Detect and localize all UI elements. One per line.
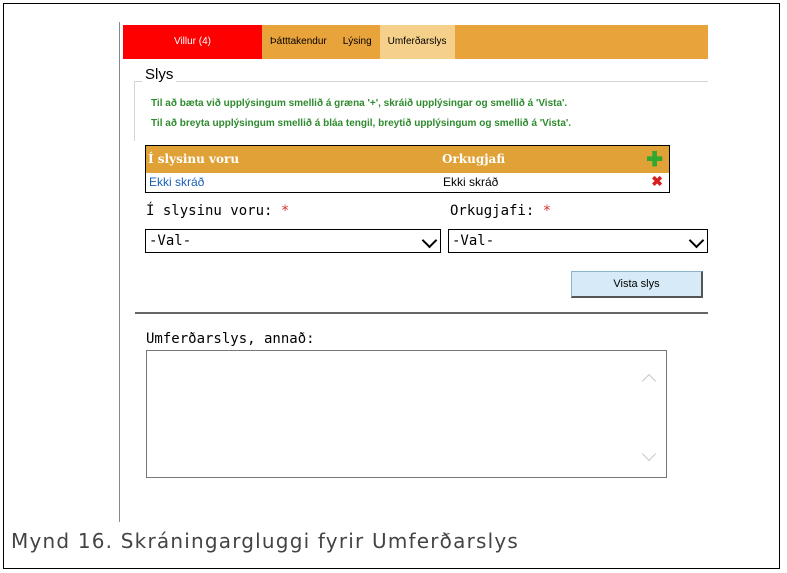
required-mark: *	[280, 203, 290, 219]
tab-traffic-accident[interactable]: Umferðarslys	[379, 25, 455, 59]
scroll-up-icon[interactable]	[641, 373, 657, 389]
involved-label: Í slysinu voru: *	[146, 203, 290, 219]
chevron-down-icon	[421, 232, 438, 249]
tab-description[interactable]: Lýsing	[335, 25, 380, 59]
required-mark: *	[542, 203, 552, 219]
window-left-edge	[119, 22, 120, 522]
section-legend: Slys	[142, 66, 177, 83]
tab-participants[interactable]: Þátttakendur	[262, 25, 335, 59]
row-edit-link[interactable]: Ekki skráð	[149, 175, 204, 189]
hint-add: Til að bæta við upplýsingum smellið á gr…	[151, 98, 568, 109]
scroll-down-icon[interactable]	[641, 446, 657, 462]
involved-select-value: -Val-	[149, 233, 192, 249]
tab-errors[interactable]: Villur (4)	[123, 25, 262, 59]
fieldset-border-left	[134, 81, 135, 141]
column-header-involved: Í slysinu voru	[148, 152, 240, 166]
fieldset-border	[134, 81, 708, 82]
involved-select[interactable]: -Val-	[145, 229, 441, 253]
accident-grid: Í slysinu voru Orkugjafi ✚ Ekki skráð Ek…	[145, 145, 670, 193]
table-row: Ekki skráð Ekki skráð ✖	[146, 173, 669, 192]
hint-edit: Til að breyta upplýsingum smellið á bláa…	[151, 118, 572, 129]
row-energy-source: Ekki skráð	[443, 175, 499, 189]
chevron-down-icon	[688, 232, 705, 249]
save-accident-button[interactable]: Vista slys	[571, 271, 703, 298]
figure-caption: Mynd 16. Skráningargluggi fyrir Umferðar…	[11, 529, 520, 553]
other-label: Umferðarslys, annað:	[146, 331, 315, 347]
column-header-energy-source: Orkugjafi	[442, 152, 506, 166]
other-textarea[interactable]	[146, 350, 667, 478]
grid-header: Í slysinu voru Orkugjafi ✚	[146, 146, 669, 173]
plus-icon[interactable]: ✚	[646, 147, 663, 171]
delete-x-icon[interactable]: ✖	[651, 173, 663, 190]
divider	[135, 312, 708, 314]
tab-bar: Villur (4) Þátttakendur Lýsing Umferðars…	[123, 25, 708, 59]
energy-source-label: Orkugjafi: *	[450, 203, 552, 219]
energy-source-select-value: -Val-	[452, 233, 495, 249]
energy-source-select[interactable]: -Val-	[448, 229, 708, 253]
